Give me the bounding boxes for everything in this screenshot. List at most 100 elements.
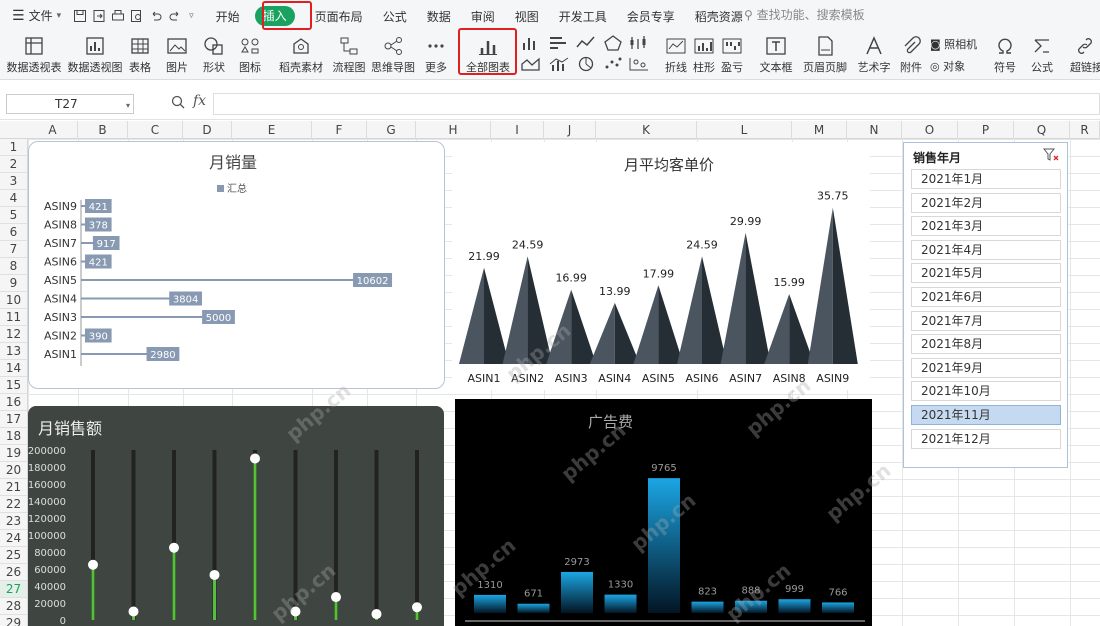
icon-button[interactable]: 图标 [235, 36, 265, 76]
slicer-item[interactable]: 2021年7月 [911, 310, 1061, 331]
picture-button[interactable]: 图片 [162, 36, 192, 76]
row-header[interactable]: 15 [0, 377, 27, 394]
file-menu[interactable]: 文件 [27, 5, 55, 27]
tab-home[interactable]: 开始 [216, 8, 240, 25]
row-header[interactable]: 4 [0, 190, 27, 207]
more-button[interactable]: 更多 [420, 36, 452, 76]
column-header[interactable]: O [902, 121, 958, 139]
print-preview-icon[interactable] [130, 9, 144, 23]
mindmap-button[interactable]: 思维导图 [371, 36, 415, 76]
name-box-dropdown-icon[interactable]: ▾ [126, 101, 130, 110]
slicer-item[interactable]: 2021年1月 [911, 169, 1061, 189]
tab-review[interactable]: 审阅 [471, 8, 495, 25]
docer-material-button[interactable]: 稻壳素材 [279, 36, 323, 76]
object-button[interactable]: ◎ 对象 [930, 58, 965, 74]
slicer-item[interactable]: 2021年4月 [911, 239, 1061, 260]
sparkline-winloss-button[interactable]: 盈亏 [720, 36, 744, 76]
other-chart-icon[interactable] [628, 56, 650, 72]
row-header[interactable]: 13 [0, 343, 27, 360]
column-header[interactable]: I [491, 121, 544, 139]
slicer-item[interactable]: 2021年12月 [911, 428, 1061, 449]
column-header[interactable]: D [183, 121, 232, 139]
symbol-button[interactable]: 符号 [992, 36, 1018, 76]
column-header[interactable]: M [792, 121, 847, 139]
pie-chart-icon[interactable] [575, 56, 597, 72]
tab-member[interactable]: 会员专享 [627, 8, 675, 25]
tab-data[interactable]: 数据 [427, 8, 451, 25]
row-header[interactable]: 23 [0, 513, 27, 530]
save-icon[interactable] [73, 9, 87, 23]
bar-chart-horizontal-icon[interactable] [548, 35, 570, 51]
shape-button[interactable]: 形状 [199, 36, 229, 76]
header-footer-button[interactable]: 页眉页脚 [802, 36, 848, 76]
clear-filter-icon[interactable] [1043, 148, 1059, 162]
sparkline-column-button[interactable]: 柱形 [692, 36, 716, 76]
column-header[interactable]: G [367, 121, 416, 139]
row-header[interactable]: 28 [0, 598, 27, 615]
slicer-item[interactable]: 2021年10月 [911, 381, 1061, 402]
row-header[interactable]: 9 [0, 275, 27, 292]
combo-chart-icon[interactable] [548, 56, 570, 72]
row-header[interactable]: 24 [0, 530, 27, 547]
row-header[interactable]: 25 [0, 547, 27, 564]
camera-button[interactable]: ◙ 照相机 [930, 36, 977, 52]
slicer-item[interactable]: 2021年11月 [911, 405, 1061, 425]
column-header[interactable]: C [128, 121, 183, 139]
name-box[interactable]: T27 [6, 94, 134, 114]
month-slicer[interactable]: 销售年月 2021年1月 2021年2月 2021年3月 2021年4月 2021年5月… [903, 142, 1068, 468]
avg-order-price-chart[interactable]: 月平均客单价 21.99 ASIN1 24.59 ASIN2 16.99 ASIN3 13.… [452, 142, 870, 390]
slicer-item[interactable]: 2021年8月 [911, 334, 1061, 355]
column-header[interactable]: K [596, 121, 697, 139]
row-header[interactable]: 22 [0, 496, 27, 513]
column-header[interactable]: E [232, 121, 312, 139]
zoom-search-icon[interactable] [171, 95, 185, 109]
wordart-button[interactable]: 艺术字 [854, 36, 894, 76]
column-header[interactable]: B [78, 121, 128, 139]
row-header[interactable]: 12 [0, 326, 27, 343]
row-header[interactable]: 20 [0, 462, 27, 479]
column-header[interactable]: L [697, 121, 792, 139]
column-chart-icon[interactable] [520, 35, 542, 51]
row-header[interactable]: 7 [0, 241, 27, 258]
radar-chart-icon[interactable] [602, 35, 624, 51]
flowchart-button[interactable]: 流程图 [331, 36, 367, 76]
tab-formulas[interactable]: 公式 [383, 8, 407, 25]
row-header[interactable]: 17 [0, 411, 27, 428]
row-header[interactable]: 2 [0, 156, 27, 173]
slicer-item[interactable]: 2021年6月 [911, 287, 1061, 307]
pivot-table-button[interactable]: 数据透视表 [6, 36, 62, 76]
row-header[interactable]: 11 [0, 309, 27, 326]
attachment-button[interactable]: 附件 [898, 36, 924, 76]
sparkline-line-button[interactable]: 折线 [664, 36, 688, 76]
equation-button[interactable]: 公式 [1029, 36, 1055, 76]
column-header[interactable]: A [28, 121, 78, 139]
scatter-chart-icon[interactable] [602, 56, 624, 72]
stock-chart-icon[interactable] [628, 35, 650, 51]
formula-input[interactable] [213, 93, 1100, 115]
slicer-item[interactable]: 2021年3月 [911, 216, 1061, 237]
hamburger-icon[interactable]: ☰ [10, 5, 27, 27]
row-header[interactable]: 3 [0, 173, 27, 190]
textbox-button[interactable]: 文本框 [756, 36, 796, 76]
line-chart-icon[interactable] [575, 35, 597, 51]
row-header[interactable]: 10 [0, 292, 27, 309]
hyperlink-button[interactable]: 超链接 [1070, 36, 1100, 76]
table-button[interactable]: 表格 [127, 36, 153, 76]
area-chart-icon[interactable] [520, 56, 542, 72]
column-header[interactable]: H [416, 121, 491, 139]
row-header[interactable]: 8 [0, 258, 27, 275]
row-header[interactable]: 6 [0, 224, 27, 241]
row-header[interactable]: 1 [0, 139, 27, 156]
slicer-item[interactable]: 2021年5月 [911, 263, 1061, 284]
column-header[interactable]: Q [1014, 121, 1070, 139]
row-header[interactable]: 16 [0, 394, 27, 411]
row-header[interactable]: 19 [0, 445, 27, 462]
redo-icon[interactable] [168, 9, 182, 23]
tab-view[interactable]: 视图 [515, 8, 539, 25]
column-header[interactable]: R [1070, 121, 1100, 139]
undo-icon[interactable] [149, 9, 163, 23]
row-header[interactable]: 14 [0, 360, 27, 377]
export-icon[interactable] [92, 9, 106, 23]
row-header[interactable]: 21 [0, 479, 27, 496]
customize-chevron-icon[interactable]: ▿ [187, 5, 196, 27]
